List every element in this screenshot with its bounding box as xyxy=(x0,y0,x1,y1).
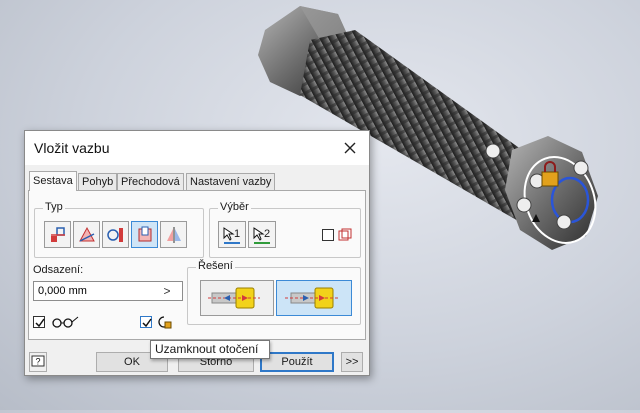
opposed-solution-icon xyxy=(208,287,260,309)
checkmark-icon xyxy=(142,318,152,328)
opposed-solution-button[interactable] xyxy=(200,280,274,316)
offset-label: Odsazení: xyxy=(33,264,84,276)
selection-group: Výběr 1 2 xyxy=(209,201,361,258)
type-group-label: Typ xyxy=(43,201,65,213)
symmetry-constraint-button[interactable] xyxy=(160,221,187,248)
lock-rotation-icon xyxy=(158,316,172,329)
angle-constraint-icon xyxy=(79,226,95,242)
preview-checkbox[interactable] xyxy=(33,316,45,328)
mate-constraint-icon xyxy=(51,227,65,242)
checkmark-icon xyxy=(35,318,45,328)
more-button[interactable]: >> xyxy=(341,352,363,372)
offset-dropdown-arrow[interactable]: > xyxy=(158,282,176,300)
angle-constraint-button[interactable] xyxy=(73,221,100,248)
tangent-constraint-icon xyxy=(107,228,123,242)
insert-constraint-button[interactable] xyxy=(131,221,158,248)
tab-panel-sestava: Typ Výběr 1 2 Odsazení: 0,000 mm > Řešen… xyxy=(28,190,366,340)
help-button[interactable]: ? xyxy=(29,352,47,372)
selection-1-button[interactable]: 1 xyxy=(218,221,246,248)
selection-2-button[interactable]: 2 xyxy=(248,221,276,248)
insert-constraint-icon xyxy=(138,226,152,242)
solution-group-label: Řešení xyxy=(196,260,235,272)
svg-text:?: ? xyxy=(36,357,41,367)
lock-rotation-tooltip: Uzamknout otočení xyxy=(150,340,270,359)
glasses-icon xyxy=(52,316,79,328)
dialog-titlebar[interactable]: Vložit vazbu xyxy=(25,131,369,165)
pick-part-first-checkbox[interactable] xyxy=(322,229,334,241)
dialog-title: Vložit vazbu xyxy=(34,140,110,156)
tab-prechodova[interactable]: Přechodová xyxy=(117,173,184,191)
pick-part-first-icon xyxy=(338,228,352,241)
symmetry-constraint-icon xyxy=(167,227,181,243)
mate-constraint-button[interactable] xyxy=(44,221,71,248)
type-group: Typ xyxy=(34,201,204,258)
tab-pohyb[interactable]: Pohyb xyxy=(78,173,118,191)
selection-group-label: Výběr xyxy=(218,201,251,213)
close-icon[interactable] xyxy=(339,137,361,159)
selection-1-label: 1 xyxy=(234,228,241,240)
selection-2-label: 2 xyxy=(264,228,271,240)
solution-group: Řešení xyxy=(187,260,361,325)
apply-button[interactable]: Použít xyxy=(260,352,334,372)
tab-nastaveni-vazby[interactable]: Nastavení vazby xyxy=(186,173,276,191)
lock-rotation-checkbox[interactable] xyxy=(140,316,152,328)
aligned-solution-button[interactable] xyxy=(276,280,352,316)
tab-sestava[interactable]: Sestava xyxy=(29,171,77,191)
tangent-constraint-button[interactable] xyxy=(102,221,129,248)
end-nut xyxy=(505,136,598,250)
aligned-solution-icon xyxy=(285,287,339,309)
help-icon: ? xyxy=(31,355,45,367)
